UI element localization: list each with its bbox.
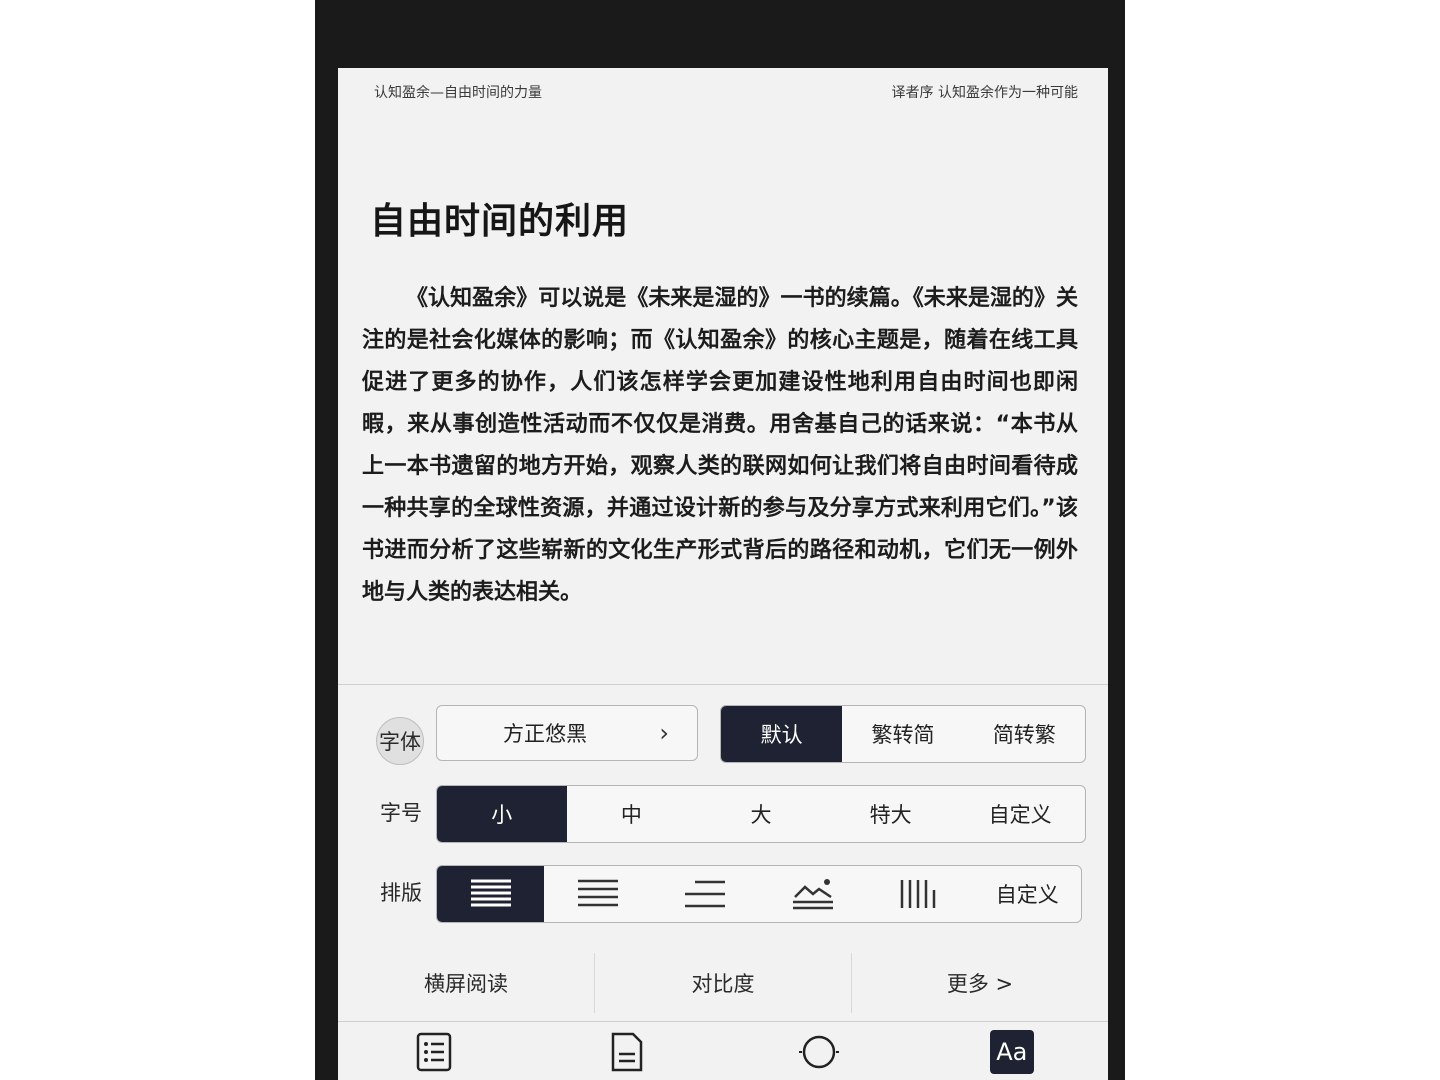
chapter-name: 译者序 认知盈余作为一种可能	[891, 85, 1078, 101]
size-xlarge[interactable]: 特大	[826, 786, 956, 842]
size-small[interactable]: 小	[437, 786, 567, 842]
layout-dense[interactable]	[437, 866, 545, 922]
layout-custom[interactable]: 自定义	[974, 866, 1081, 922]
document-icon	[611, 1032, 642, 1071]
toc-list-icon	[417, 1032, 452, 1071]
font-value: 方正悠黑	[503, 722, 587, 746]
size-custom[interactable]: 自定义	[955, 786, 1085, 842]
brightness-icon[interactable]	[797, 1030, 841, 1074]
running-header: 认知盈余—自由时间的力量 译者序 认知盈余作为一种可能	[374, 82, 1078, 102]
chevron-right-icon: ›	[659, 719, 669, 747]
layout-loose[interactable]	[652, 866, 759, 922]
font-settings-icon[interactable]: Aa	[989, 1029, 1034, 1074]
more-link[interactable]: 更多 >	[851, 953, 1108, 1013]
toc-icon[interactable]	[412, 1030, 456, 1074]
layout-dense-icon	[470, 879, 511, 907]
layout-landscape[interactable]	[759, 866, 866, 922]
settings-panel: 字体 方正悠黑 › 默认 繁转简 简转繁 字号 小 中 大 特大 自定义 排版	[338, 684, 1108, 1080]
size-segmented: 小 中 大 特大 自定义	[436, 785, 1086, 843]
reader-screen: 认知盈余—自由时间的力量 译者序 认知盈余作为一种可能 自由时间的利用 《认知盈…	[338, 68, 1108, 1080]
body-paragraph: 《认知盈余》可以说是《未来是湿的》一书的续篇。《未来是湿的》关注的是社会化媒体的…	[362, 286, 1078, 605]
device-frame: 认知盈余—自由时间的力量 译者序 认知盈余作为一种可能 自由时间的利用 《认知盈…	[315, 0, 1125, 1080]
landscape-reading-link[interactable]: 横屏阅读	[338, 953, 594, 1013]
layout-normal-icon	[577, 879, 618, 907]
bottom-toolbar: Aa	[338, 1021, 1108, 1080]
convert-simp-to-trad[interactable]: 简转繁	[964, 706, 1085, 762]
font-label: 字体	[376, 717, 424, 765]
layout-loose-icon	[685, 880, 726, 908]
circle-icon	[799, 1035, 840, 1068]
layout-normal[interactable]	[544, 866, 651, 922]
landscape-icon	[792, 879, 833, 910]
vertical-text-icon	[900, 880, 936, 908]
convert-trad-to-simp[interactable]: 繁转简	[842, 706, 963, 762]
bottom-links: 横屏阅读 对比度 更多 >	[338, 953, 1108, 1013]
layout-vertical[interactable]	[866, 866, 973, 922]
contrast-link[interactable]: 对比度	[594, 953, 851, 1013]
size-large[interactable]: 大	[696, 786, 826, 842]
book-title: 认知盈余—自由时间的力量	[374, 85, 542, 101]
convert-default[interactable]: 默认	[721, 706, 843, 762]
layout-label: 排版	[380, 881, 422, 905]
page-icon[interactable]	[605, 1030, 649, 1074]
size-medium[interactable]: 中	[567, 786, 697, 842]
size-label: 字号	[380, 801, 422, 825]
convert-segmented: 默认 繁转简 简转繁	[720, 705, 1086, 763]
layout-segmented: 自定义	[436, 865, 1082, 923]
font-select[interactable]: 方正悠黑 ›	[436, 705, 698, 761]
chapter-title: 自由时间的利用	[370, 201, 630, 242]
